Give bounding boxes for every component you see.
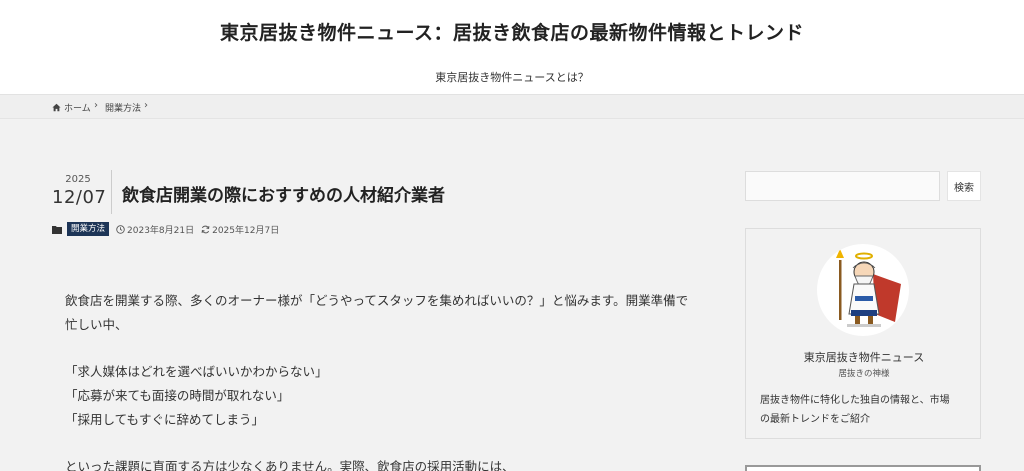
post-title: 飲食店開業の際におすすめの人材紹介業者 [122,186,445,206]
paragraph-intro-line1: 飲食店を開業する際、多くのオーナー様が「どうやってスタッフを集めればいいの？」と… [65,293,689,308]
paragraph-intro-line2: 忙しい中、 [65,317,128,332]
search-input[interactable] [745,171,940,201]
folder-icon [52,225,62,234]
post-month-day: 12/07 [52,187,107,208]
sidebar-widget-next [745,465,981,471]
article-body: 飲食店を開業する際、多くのオーナー様が「どうやってスタッフを集めればいいの？」と… [65,289,695,471]
profile-description-line1: 居抜き物件に特化した独自の情報と、市場 [760,395,950,406]
site-title[interactable]: 東京居抜き物件ニュース：居抜き飲食店の最新物件情報とトレンド [0,18,1024,45]
search-button[interactable]: 検索 [947,171,981,201]
quote-line-1: 「求人媒体はどれを選べばいいかわからない」 [65,364,328,379]
site-header: 東京居抜き物件ニュース：居抜き飲食店の最新物件情報とトレンド 東京居抜き物件ニュ… [0,0,1024,95]
published-date-text: 2023年8月21日 [127,225,195,236]
paragraph-after-quotes: といった課題に直面する方は少なくありません。実際、飲食店の採用活動には、 [65,459,515,471]
updated-date-text: 2025年12月7日 [212,225,280,236]
profile-subtitle: 居抜きの神様 [838,369,890,379]
post-meta: 開業方法 2023年8月21日 2025年12月7日 [52,222,279,236]
quote-line-3: 「採用してもすぐに辞めてしまう」 [65,412,265,427]
profile-card: 東京居抜き物件ニュース 居抜きの神様 居抜き物件に特化した独自の情報と、市場 の… [745,228,981,439]
post-year: 2025 [65,174,91,185]
breadcrumb-home-label: ホーム [64,104,91,114]
nav-link-about[interactable]: 東京居抜き物件ニュースとは？ [0,69,1024,85]
home-icon [52,103,61,112]
category-badge[interactable]: 開業方法 [67,222,110,236]
breadcrumb-category-label: 開業方法 [105,104,142,114]
breadcrumb-home[interactable]: ホーム [52,101,91,114]
chevron-right-icon: › [94,100,98,111]
clock-icon [116,224,125,234]
profile-description: 居抜き物件に特化した独自の情報と、市場 の最新トレンドをご紹介 [760,391,970,429]
updated-date: 2025年12月7日 [201,223,279,236]
mascot-illustration [836,249,901,327]
profile-description-line2: の最新トレンドをご紹介 [760,414,870,425]
post-date: 2025 12/07 [52,174,107,208]
date-divider [111,170,112,214]
breadcrumb: ホーム › 開業方法 › [0,95,1024,119]
breadcrumb-category[interactable]: 開業方法 [105,101,141,114]
quote-line-2: 「応募が来ても面接の時間が取れない」 [65,388,290,403]
chevron-right-icon: › [144,100,148,111]
avatar [817,244,909,336]
published-date: 2023年8月21日 [116,223,194,236]
profile-name: 東京居抜き物件ニュース [803,351,925,364]
refresh-icon [201,225,210,233]
